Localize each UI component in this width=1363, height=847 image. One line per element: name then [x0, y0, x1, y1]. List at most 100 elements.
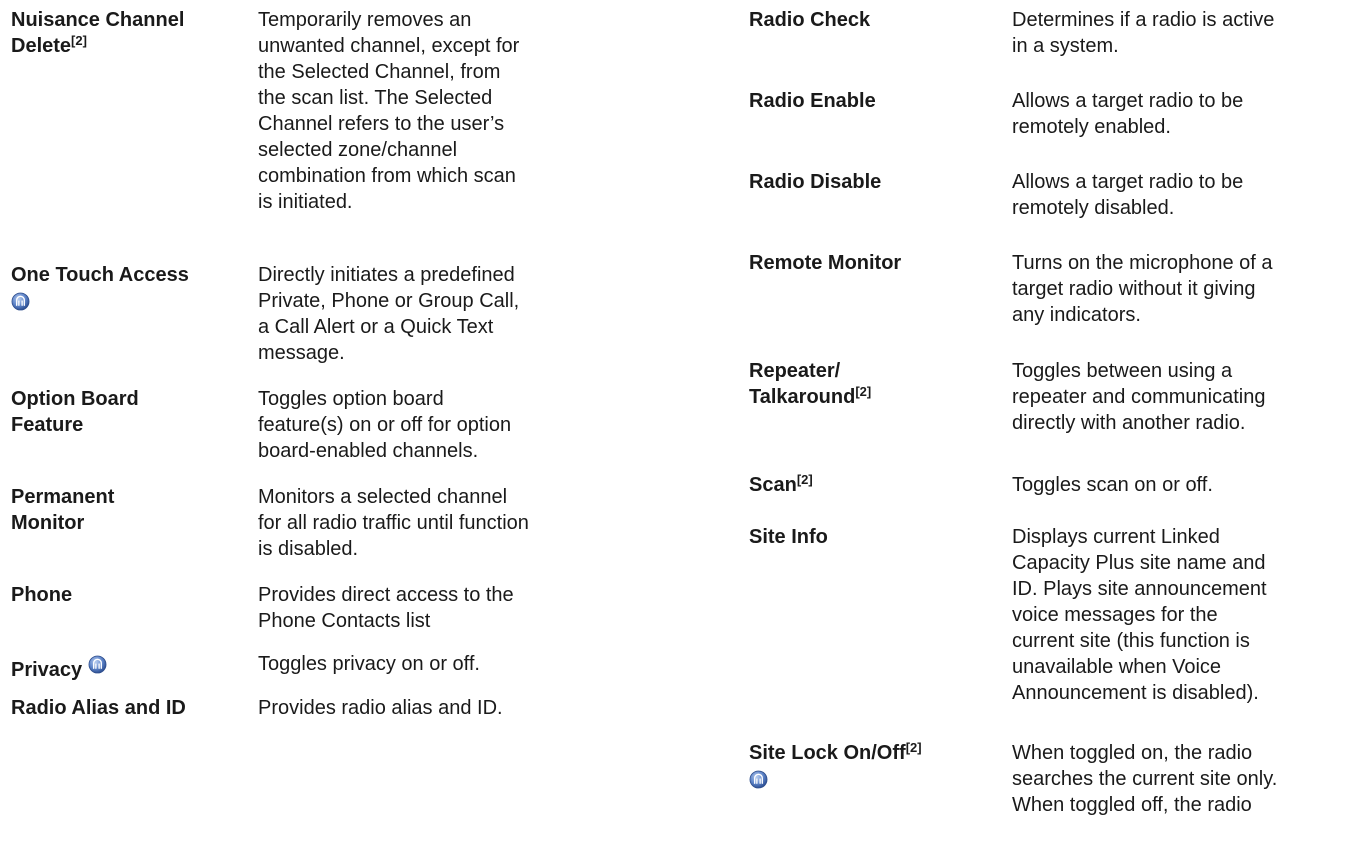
entry-term: Radio Check [749, 7, 870, 33]
description-line: Toggles between using a [1012, 360, 1233, 382]
description-line: Provides radio alias and ID. [258, 697, 503, 719]
term-line: Radio Enable [749, 90, 876, 112]
description-line: a Call Alert or a Quick Text [258, 316, 494, 338]
entry-description: Turns on the microphone of a target radi… [1012, 250, 1273, 328]
term-line: Repeater/ [749, 360, 841, 382]
description-line: Announcement is disabled). [1012, 682, 1259, 704]
description-line: the scan list. The Selected [258, 87, 493, 109]
entry-description: Provides radio alias and ID. [258, 695, 503, 721]
entry-description: Displays current Linked Capacity Plus si… [1012, 524, 1267, 706]
description-line: the Selected Channel, from [258, 61, 501, 83]
entry-description: Monitors a selected channel for all radi… [258, 484, 529, 562]
entry-description: Allows a target radio to be remotely ena… [1012, 88, 1243, 140]
premium-feature-icon [11, 292, 30, 311]
description-line: Allows a target radio to be [1012, 90, 1244, 112]
term-line: Radio Alias and ID [11, 697, 186, 719]
description-line: any indicators. [1012, 304, 1141, 326]
description-line: target radio without it giving [1012, 278, 1256, 300]
description-line: When toggled on, the radio [1012, 742, 1253, 764]
term-line: One Touch Access [11, 264, 189, 286]
description-line: selected zone/channel [258, 139, 458, 161]
description-line: When toggled off, the radio [1012, 794, 1252, 816]
description-line: Toggles option board [258, 388, 444, 410]
entry-description: Toggles scan on or off. [1012, 472, 1213, 498]
term-line: Radio Check [749, 9, 871, 31]
term-line: Monitor [11, 512, 85, 534]
description-line: Directly initiates a predefined [258, 264, 515, 286]
description-line: Determines if a radio is active [1012, 9, 1275, 31]
description-line: unwanted channel, except for [258, 35, 520, 57]
description-line: combination from which scan [258, 165, 516, 187]
entry-term: Option Board Feature [11, 386, 139, 438]
description-line: is initiated. [258, 191, 353, 213]
description-line: voice messages for the [1012, 604, 1218, 626]
entry-term: Permanent Monitor [11, 484, 114, 536]
term-line: Privacy [11, 659, 83, 681]
term-line: Remote Monitor [749, 252, 902, 274]
footnote-ref: [2] [796, 472, 813, 487]
premium-feature-icon [749, 770, 768, 789]
footnote-ref: [2] [71, 33, 87, 48]
description-line: Private, Phone or Group Call, [258, 290, 520, 312]
description-line: searches the current site only. [1012, 768, 1278, 790]
description-line: Monitors a selected channel [258, 486, 508, 508]
term-line: Talkaround [749, 386, 856, 408]
entry-description: Allows a target radio to be remotely dis… [1012, 169, 1243, 221]
entry-description: When toggled on, the radio searches the … [1012, 740, 1277, 818]
premium-feature-icon [88, 655, 107, 674]
term-line: Delete [11, 35, 72, 57]
description-line: Toggles privacy on or off. [258, 653, 480, 675]
description-line: board-enabled channels. [258, 440, 479, 462]
term-line: Nuisance Channel [11, 9, 185, 31]
description-line: is disabled. [258, 538, 359, 560]
term-line: Permanent [11, 486, 115, 508]
description-line: current site (this function is [1012, 630, 1250, 652]
description-line: Capacity Plus site name and [1012, 552, 1266, 574]
entry-description: Toggles between using a repeater and com… [1012, 358, 1265, 436]
description-line: feature(s) on or off for option [258, 414, 512, 436]
entry-description: Toggles option board feature(s) on or of… [258, 386, 511, 464]
description-line: message. [258, 342, 345, 364]
description-line: ID. Plays site announcement [1012, 578, 1267, 600]
term-line: Site Lock On/Off [749, 742, 906, 764]
entry-description: Provides direct access to the Phone Cont… [258, 582, 514, 634]
entry-description: Directly initiates a predefined Private,… [258, 262, 519, 366]
entry-term: Radio Enable [749, 88, 876, 114]
description-line: for all radio traffic until function [258, 512, 529, 534]
description-line: repeater and communicating [1012, 386, 1266, 408]
description-line: Provides direct access to the [258, 584, 514, 606]
term-line: Phone [11, 584, 73, 606]
entry-term: Nuisance Channel Delete[2] [11, 7, 184, 59]
entry-term: Site Info [749, 524, 828, 550]
entry-term: Radio Alias and ID [11, 695, 186, 721]
description-line: Channel refers to the user’s [258, 113, 505, 135]
description-line: Phone Contacts list [258, 610, 431, 632]
term-line: Feature [11, 414, 84, 436]
description-line: remotely disabled. [1012, 197, 1175, 219]
term-line: Radio Disable [749, 171, 882, 193]
entry-term: Phone [11, 582, 72, 608]
term-line: Option Board [11, 388, 139, 410]
entry-description: Temporarily removes an unwanted channel,… [258, 7, 519, 215]
entry-term: One Touch Access [11, 262, 189, 316]
entry-term: Remote Monitor [749, 250, 901, 276]
description-line: Turns on the microphone of a [1012, 252, 1273, 274]
description-line: remotely enabled. [1012, 116, 1171, 138]
description-line: unavailable when Voice [1012, 656, 1222, 678]
description-line: Temporarily removes an [258, 9, 472, 31]
footnote-ref: [2] [855, 384, 872, 399]
entry-term: Site Lock On/Off[2] [749, 740, 922, 794]
description-line: Allows a target radio to be [1012, 171, 1244, 193]
entry-term: Scan[2] [749, 472, 813, 498]
entry-description: Determines if a radio is active in a sys… [1012, 7, 1274, 59]
entry-description: Toggles privacy on or off. [258, 651, 480, 677]
description-line: Toggles scan on or off. [1012, 474, 1213, 496]
description-line: directly with another radio. [1012, 412, 1246, 434]
description-line: in a system. [1012, 35, 1119, 57]
description-line: Displays current Linked [1012, 526, 1220, 548]
entry-term: Radio Disable [749, 169, 881, 195]
entry-term: Repeater/ Talkaround[2] [749, 358, 871, 410]
term-line: Scan [749, 474, 797, 496]
entry-term: Privacy [11, 655, 107, 683]
footnote-ref: [2] [905, 740, 922, 755]
